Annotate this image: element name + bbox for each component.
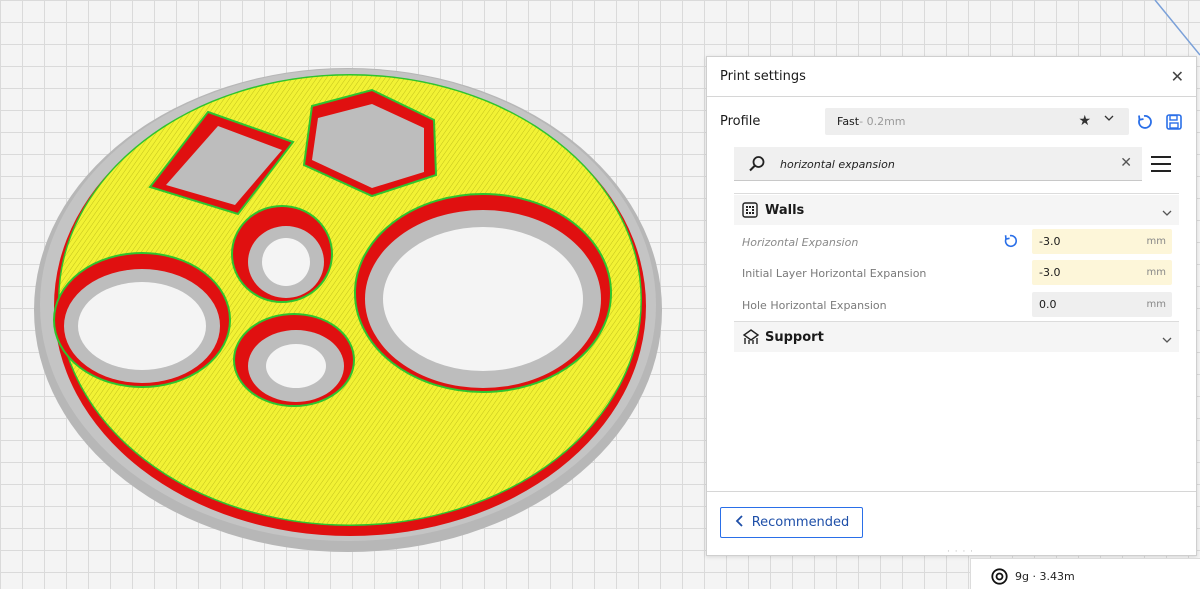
setting-initial-layer-horizontal-expansion: Initial Layer Horizontal Expansion -3.0 … xyxy=(734,258,1179,288)
profile-label: Profile xyxy=(720,114,761,129)
recommended-button[interactable]: Recommended xyxy=(720,507,863,538)
initial-layer-horizontal-expansion-field[interactable]: -3.0 mm xyxy=(1032,260,1172,285)
hole-horizontal-expansion-field[interactable]: 0.0 mm xyxy=(1032,292,1172,317)
save-icon[interactable] xyxy=(1165,113,1183,135)
setting-horizontal-expansion: Horizontal Expansion -3.0 mm xyxy=(734,227,1179,257)
chevron-down-icon[interactable] xyxy=(1103,112,1115,127)
hamburger-menu-icon[interactable] xyxy=(1151,155,1171,177)
search-icon xyxy=(748,155,766,177)
profile-name: Fast xyxy=(837,115,860,128)
reset-profile-icon[interactable] xyxy=(1135,113,1153,135)
setting-value[interactable]: -3.0 xyxy=(1039,235,1060,248)
profile-dropdown[interactable]: Fast - 0.2mm ★ xyxy=(825,108,1129,135)
panel-title: Print settings xyxy=(720,69,806,84)
hole-small-bottom xyxy=(233,313,355,407)
section-walls-title: Walls xyxy=(765,203,805,218)
support-icon xyxy=(742,329,760,349)
hole-small-top xyxy=(231,205,333,303)
footer-divider xyxy=(707,491,1196,492)
setting-unit: mm xyxy=(1146,236,1166,247)
print-settings-panel: Print settings ✕ Profile Fast - 0.2mm ★ xyxy=(706,56,1197,557)
chevron-down-icon[interactable] xyxy=(1161,331,1173,350)
horizontal-expansion-field[interactable]: -3.0 mm xyxy=(1032,229,1172,254)
setting-label: Initial Layer Horizontal Expansion xyxy=(742,267,927,280)
resize-handle[interactable]: · · · · xyxy=(947,547,974,557)
walls-icon xyxy=(742,202,758,222)
estimate-text: 9g · 3.43m xyxy=(1015,570,1075,583)
close-icon[interactable]: ✕ xyxy=(1171,68,1184,85)
setting-unit: mm xyxy=(1146,267,1166,278)
profile-layer-height: - 0.2mm xyxy=(859,115,906,128)
divider xyxy=(734,193,1179,194)
spool-icon xyxy=(991,568,1008,589)
search-input[interactable]: horizontal expansion ✕ xyxy=(734,147,1142,181)
chevron-down-icon[interactable] xyxy=(1161,204,1173,223)
search-value[interactable]: horizontal expansion xyxy=(780,158,895,171)
clear-search-icon[interactable]: ✕ xyxy=(1120,155,1132,171)
panel-header: Print settings ✕ xyxy=(707,57,1196,97)
star-icon[interactable]: ★ xyxy=(1078,113,1091,129)
setting-value[interactable]: 0.0 xyxy=(1039,298,1057,311)
setting-label: Horizontal Expansion xyxy=(742,236,859,249)
reset-setting-icon[interactable] xyxy=(1002,233,1018,253)
print-estimate-bar[interactable]: 9g · 3.43m xyxy=(970,558,1200,589)
recommended-label: Recommended xyxy=(751,515,850,530)
hole-left xyxy=(53,252,231,388)
section-walls[interactable]: Walls xyxy=(734,195,1179,225)
chevron-left-icon xyxy=(734,513,744,532)
setting-label: Hole Horizontal Expansion xyxy=(742,299,887,312)
profile-row: Profile Fast - 0.2mm ★ xyxy=(707,107,1196,137)
section-support[interactable]: Support xyxy=(734,322,1179,352)
setting-value[interactable]: -3.0 xyxy=(1039,266,1060,279)
setting-unit: mm xyxy=(1146,299,1166,310)
section-support-title: Support xyxy=(765,330,824,345)
hole-large xyxy=(354,193,612,393)
setting-hole-horizontal-expansion: Hole Horizontal Expansion 0.0 mm xyxy=(734,290,1179,320)
